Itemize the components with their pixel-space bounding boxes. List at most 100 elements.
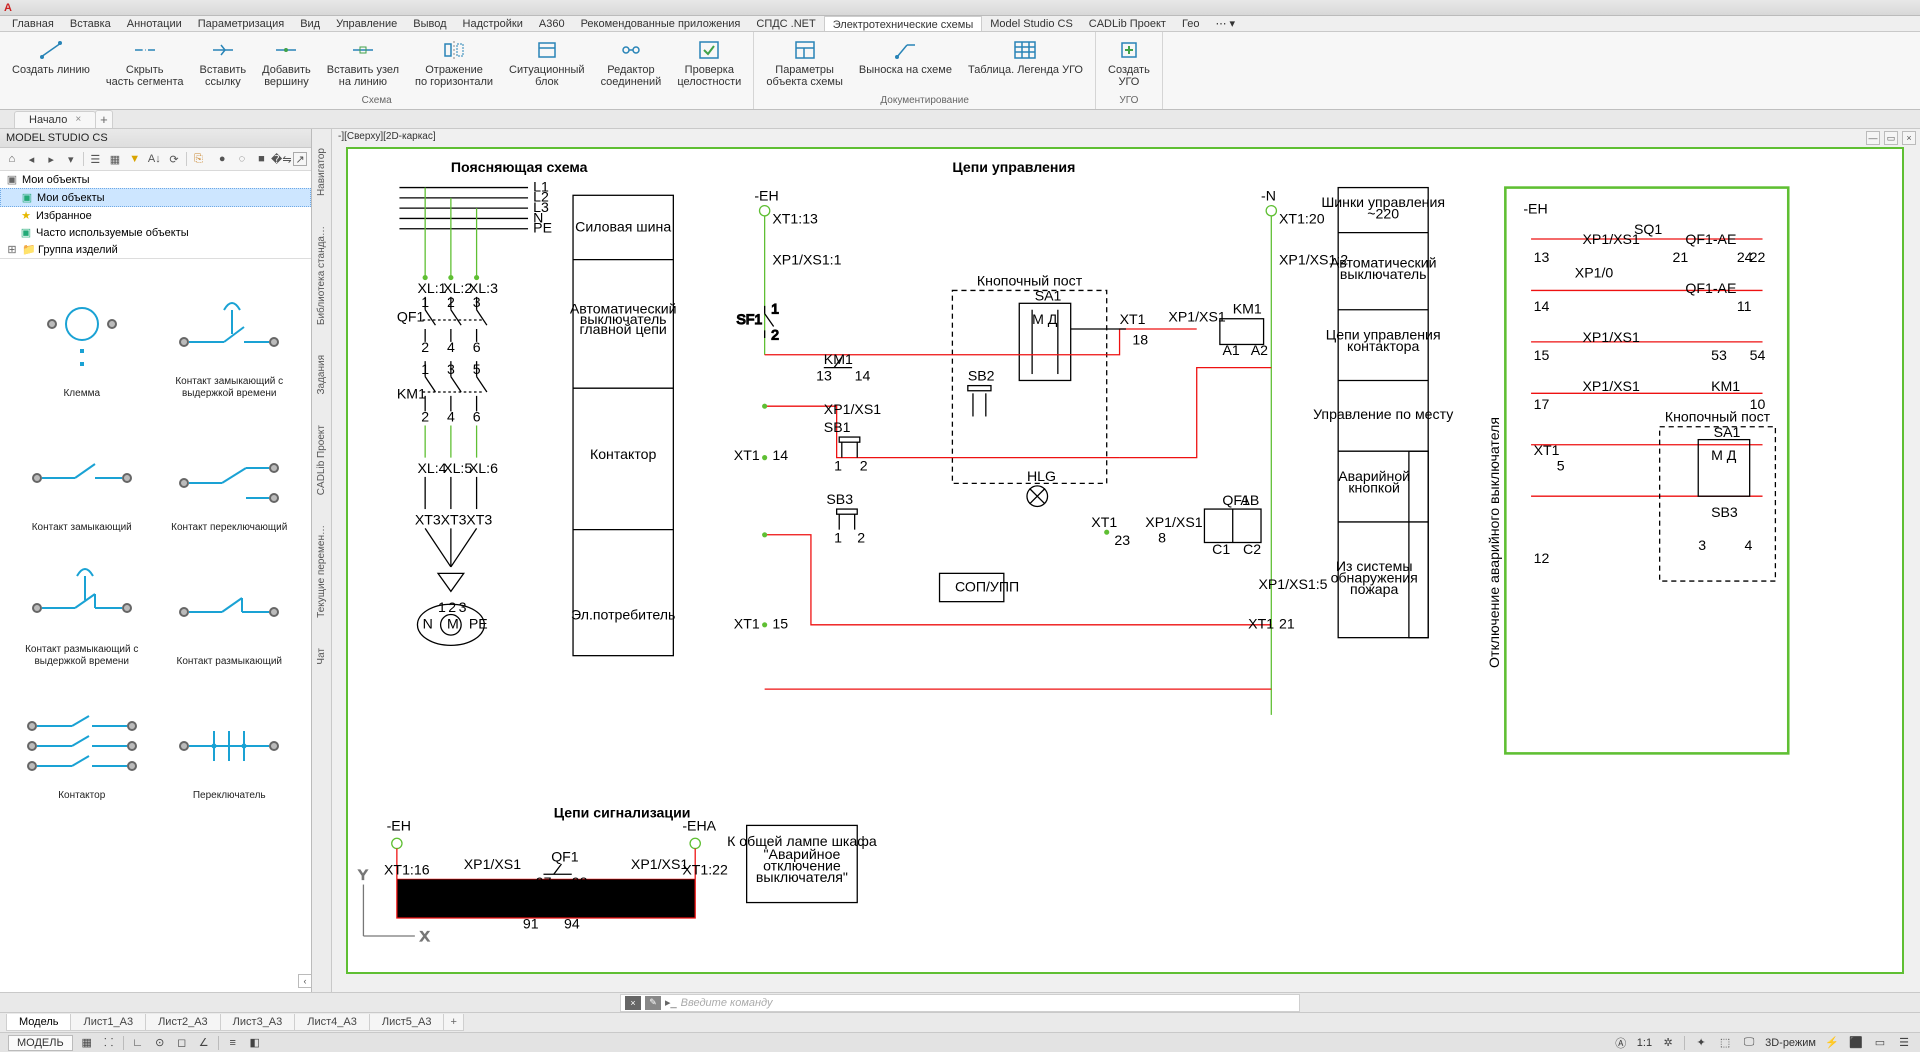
filter-icon[interactable]: ▼ (127, 151, 143, 167)
menu-item[interactable]: Аннотации (119, 16, 190, 31)
close-viewport-icon[interactable]: × (1902, 131, 1916, 145)
annoscale-icon[interactable]: Ⓐ (1613, 1035, 1629, 1051)
drawing-canvas[interactable]: -][Сверху][2D-каркас] — ▭ × С Ю З В Свер… (332, 129, 1920, 992)
refresh-icon[interactable]: ⟳ (166, 151, 182, 167)
menu-item[interactable]: Вид (292, 16, 328, 31)
side-tab[interactable]: CADLib Проект (313, 416, 330, 504)
side-tab[interactable]: Библиотека станда… (313, 217, 330, 334)
ribbon-button[interactable]: Скрыть часть сегмента (102, 36, 188, 90)
dropdown-icon[interactable]: ▾ (63, 151, 79, 167)
close-icon[interactable]: × (75, 114, 81, 125)
snap-icon[interactable]: ⸬ (101, 1035, 117, 1051)
new-doc-tab[interactable]: + (95, 110, 113, 128)
side-tab[interactable]: Чат (313, 639, 330, 674)
menu-overflow[interactable]: ⋯ ▾ (1207, 16, 1243, 31)
customize-icon[interactable]: ☰ (1896, 1035, 1912, 1051)
isoplane-icon[interactable]: ⬚ (1717, 1035, 1733, 1051)
palette-item[interactable]: Контакт замыкающий с выдержкой времени (158, 269, 302, 399)
tree-item-my-objects[interactable]: ▣Мои объекты (0, 188, 311, 207)
tree-item-frequent[interactable]: ▣Часто используемые объекты (0, 224, 311, 241)
hwaccel-icon[interactable]: ⚡ (1824, 1035, 1840, 1051)
restore-icon[interactable]: ▭ (1884, 131, 1898, 145)
otrack-icon[interactable]: ∠ (196, 1035, 212, 1051)
palette-item[interactable]: Контакт размыкающий с выдержкой времени (10, 537, 154, 667)
menu-item[interactable]: СПДС .NET (748, 16, 823, 31)
list-icon[interactable]: ☰ (88, 151, 104, 167)
status-scale[interactable]: 1:1 (1637, 1037, 1652, 1049)
ortho-icon[interactable]: ∟ (130, 1035, 146, 1051)
nav-back-icon[interactable]: ◂ (24, 151, 40, 167)
ribbon-button[interactable]: Отражение по горизонтали (411, 36, 497, 90)
tree-root[interactable]: ▣Мои объекты (0, 171, 311, 188)
palette-item[interactable]: Контакт замыкающий (10, 403, 154, 533)
detach-icon[interactable]: ↗ (293, 152, 307, 166)
play-icon[interactable]: ▸ (43, 151, 59, 167)
shape-dashed-icon[interactable]: ◌ (234, 151, 250, 167)
workspace-icon[interactable]: ✦ (1693, 1035, 1709, 1051)
sheet-tab[interactable]: Лист1_А3 (70, 1014, 146, 1031)
transparency-icon[interactable]: ◧ (247, 1035, 263, 1051)
collapse-button[interactable]: ‹ (298, 974, 312, 988)
ribbon-button[interactable]: Проверка целостности (673, 36, 745, 90)
sheet-tab[interactable]: Лист3_А3 (220, 1014, 296, 1031)
ribbon-button[interactable]: Создать линию (8, 36, 94, 78)
doc-tab[interactable]: Начало × (14, 111, 96, 128)
side-tab[interactable]: Задания (313, 346, 330, 404)
menu-item[interactable]: Вставка (62, 16, 119, 31)
status-model[interactable]: МОДЕЛЬ (8, 1035, 73, 1051)
menu-item[interactable]: Электротехнические схемы (824, 16, 983, 31)
status-3dmode[interactable]: 3D-режим (1765, 1037, 1816, 1049)
grid-icon[interactable]: ▦ (107, 151, 123, 167)
palette-item[interactable]: Контактор (10, 671, 154, 801)
gear-icon[interactable]: ✲ (1660, 1035, 1676, 1051)
palette-item[interactable]: Контакт размыкающий (158, 537, 302, 667)
command-input[interactable]: × ✎ ▸_ Введите команду (620, 994, 1300, 1012)
tree-item-favorites[interactable]: ★Избранное (0, 207, 311, 224)
shape-square-icon[interactable]: ■ (254, 151, 270, 167)
ribbon-button[interactable]: Добавить вершину (258, 36, 315, 90)
home-icon[interactable]: ⌂ (4, 151, 20, 167)
menu-item[interactable]: Параметризация (190, 16, 292, 31)
ribbon-button[interactable]: Создать УГО (1104, 36, 1154, 90)
menu-item[interactable]: Главная (4, 16, 62, 31)
ribbon-button[interactable]: Выноска на схеме (855, 36, 956, 78)
palette-item[interactable]: Переключатель (158, 671, 302, 801)
palette-item[interactable]: Клемма (10, 269, 154, 399)
isolate-icon[interactable]: ⬛ (1848, 1035, 1864, 1051)
menu-item[interactable]: Вывод (405, 16, 454, 31)
cleanscreen-icon[interactable]: ▭ (1872, 1035, 1888, 1051)
menu-item[interactable]: Model Studio CS (982, 16, 1081, 31)
ribbon-button[interactable]: Ситуационный блок (505, 36, 589, 90)
copy-icon[interactable]: ⎘ (191, 151, 207, 167)
cmd-wrench-icon[interactable]: ✎ (645, 996, 661, 1010)
sheet-tab[interactable]: Модель (6, 1014, 71, 1031)
drawing-paper[interactable]: Поясняющая схема Цепи управления Цепи си… (346, 147, 1904, 974)
menu-item[interactable]: Надстройки (455, 16, 531, 31)
shape-circle-icon[interactable]: ● (214, 151, 230, 167)
cmd-close-icon[interactable]: × (625, 996, 641, 1010)
grid-display-icon[interactable]: ▦ (79, 1035, 95, 1051)
menu-item[interactable]: CADLib Проект (1081, 16, 1174, 31)
tree-item-group[interactable]: ⊞📁Группа изделий (0, 241, 311, 258)
menu-item[interactable]: Рекомендованные приложения (573, 16, 749, 31)
ribbon-button[interactable]: Таблица. Легенда УГО (964, 36, 1087, 78)
sheet-tab[interactable]: Лист4_А3 (294, 1014, 370, 1031)
palette-item[interactable]: Контакт переключающий (158, 403, 302, 533)
polar-icon[interactable]: ⊙ (152, 1035, 168, 1051)
menu-item[interactable]: A360 (531, 16, 573, 31)
ribbon-button[interactable]: Редактор соединений (597, 36, 666, 90)
ribbon-button[interactable]: Вставить ссылку (196, 36, 251, 90)
ribbon-button[interactable]: Параметры объекта схемы (762, 36, 847, 90)
ribbon-button[interactable]: Вставить узел на линию (323, 36, 403, 90)
minimize-icon[interactable]: — (1866, 131, 1880, 145)
menu-item[interactable]: Гео (1174, 16, 1207, 31)
sheet-tab[interactable]: Лист2_А3 (145, 1014, 221, 1031)
side-tab[interactable]: Навигатор (313, 139, 330, 205)
toggle-icon[interactable]: �⇋ (273, 151, 289, 167)
osnap-icon[interactable]: ◻ (174, 1035, 190, 1051)
menu-item[interactable]: Управление (328, 16, 405, 31)
add-sheet-tab[interactable]: + (443, 1014, 463, 1031)
monitor-icon[interactable]: 🖵 (1741, 1035, 1757, 1051)
lineweight-icon[interactable]: ≡ (225, 1035, 241, 1051)
sort-asc-icon[interactable]: A↓ (146, 151, 162, 167)
